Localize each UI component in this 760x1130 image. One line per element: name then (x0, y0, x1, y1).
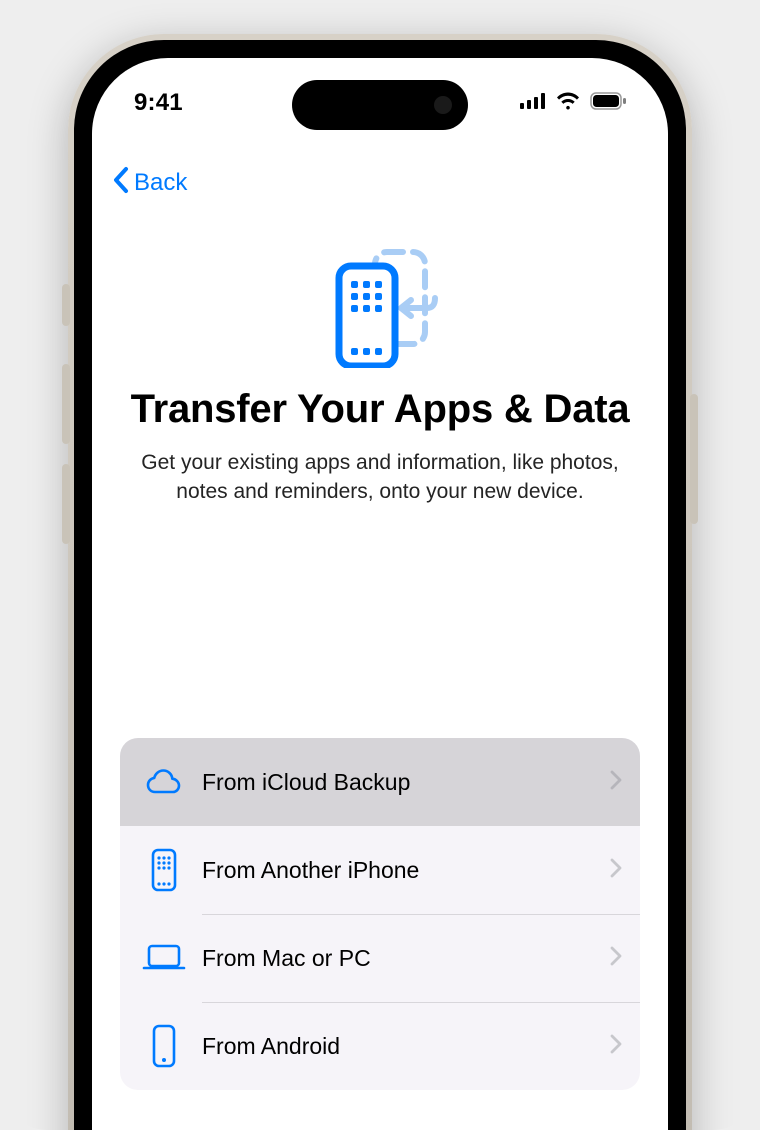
back-label: Back (134, 169, 187, 197)
option-icloud-backup[interactable]: From iCloud Backup (120, 738, 640, 826)
nav-bar: Back (92, 158, 668, 208)
iphone-icon (138, 848, 190, 892)
iphone-device-frame: 9:41 (68, 34, 692, 1130)
volume-up-button (62, 364, 70, 444)
transfer-apps-hero-icon (315, 248, 445, 368)
option-android[interactable]: From Android (120, 1002, 640, 1090)
status-time: 9:41 (134, 89, 183, 117)
chevron-right-icon (610, 1034, 622, 1059)
cellular-signal-icon (520, 93, 546, 114)
back-button[interactable]: Back (112, 166, 187, 201)
option-label: From Another iPhone (190, 857, 610, 884)
battery-icon (590, 92, 626, 115)
page-title: Transfer Your Apps & Data (120, 386, 640, 432)
option-another-iphone[interactable]: From Another iPhone (120, 826, 640, 914)
android-phone-icon (138, 1024, 190, 1068)
silence-switch (62, 284, 70, 326)
option-label: From iCloud Backup (190, 769, 610, 796)
page-subtitle: Get your existing apps and information, … (120, 448, 640, 507)
chevron-right-icon (610, 858, 622, 883)
power-button (690, 394, 698, 524)
screen: 9:41 (92, 58, 668, 1130)
cloud-icon (138, 768, 190, 796)
transfer-options-list: From iCloud Backup (120, 738, 640, 1090)
chevron-left-icon (112, 166, 130, 201)
option-mac-or-pc[interactable]: From Mac or PC (120, 914, 640, 1002)
volume-down-button (62, 464, 70, 544)
status-bar: 9:41 (92, 58, 668, 148)
chevron-right-icon (610, 946, 622, 971)
chevron-right-icon (610, 770, 622, 795)
laptop-icon (138, 943, 190, 973)
option-label: From Android (190, 1033, 610, 1060)
wifi-icon (556, 92, 580, 115)
option-label: From Mac or PC (190, 945, 610, 972)
